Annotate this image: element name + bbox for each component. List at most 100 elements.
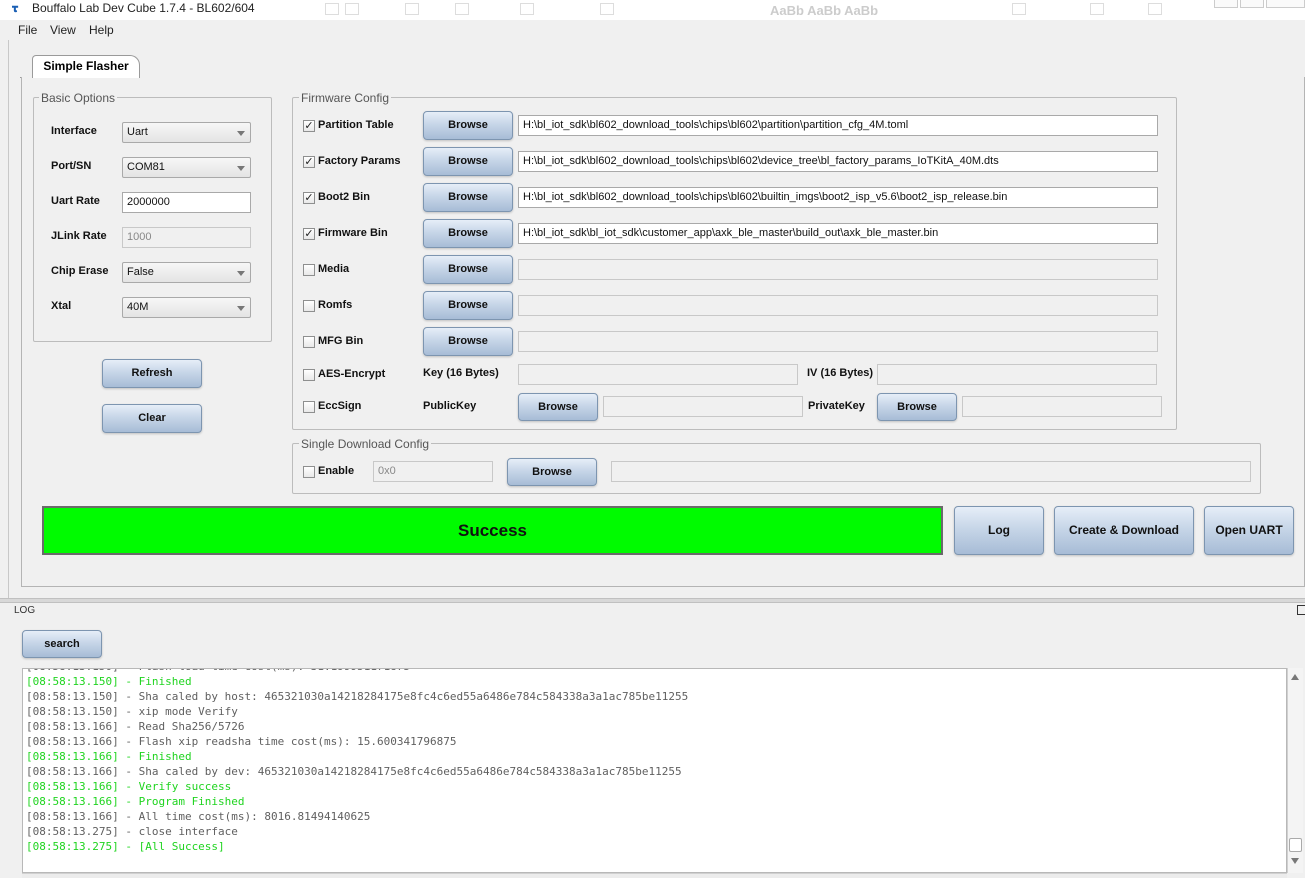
boot2-bin-checkbox[interactable]: ✓	[303, 192, 315, 204]
menu-help[interactable]: Help	[89, 23, 114, 37]
aes-iv-input[interactable]	[877, 364, 1157, 385]
boot2-bin-label: Boot2 Bin	[318, 191, 370, 203]
single-download-path-input[interactable]	[611, 461, 1251, 482]
partition-table-label: Partition Table	[318, 119, 394, 131]
close-button[interactable]	[1266, 0, 1305, 8]
mfg-bin-path-input[interactable]	[518, 331, 1158, 352]
chip-erase-label: Chip Erase	[51, 265, 109, 277]
toolbar-ghost-icon	[1012, 3, 1026, 15]
single-download-enable-checkbox[interactable]	[303, 466, 315, 478]
boot2-bin-path-input[interactable]: H:\bl_iot_sdk\bl602_download_tools\chips…	[518, 187, 1158, 208]
firmware-bin-checkbox[interactable]: ✓	[303, 228, 315, 240]
log-output[interactable]: [08:58:13.150] - Flash load time cost(ms…	[22, 668, 1287, 873]
single-download-browse-button[interactable]: Browse	[507, 458, 597, 486]
partition-table-checkbox[interactable]: ✓	[303, 120, 315, 132]
media-path-input[interactable]	[518, 259, 1158, 280]
factory-params-path-input[interactable]: H:\bl_iot_sdk\bl602_download_tools\chips…	[518, 151, 1158, 172]
log-line: [08:58:13.166] - Sha caled by dev: 46532…	[26, 765, 682, 778]
romfs-label: Romfs	[318, 299, 353, 311]
open-uart-button[interactable]: Open UART	[1204, 506, 1294, 555]
romfs-checkbox[interactable]	[303, 300, 315, 312]
xtal-label: Xtal	[51, 300, 72, 312]
log-vertical-scrollbar[interactable]	[1287, 668, 1303, 873]
log-line: [08:58:13.166] - Flash xip readsha time …	[26, 735, 457, 748]
aes-iv-label: IV (16 Bytes)	[807, 367, 874, 379]
single-download-title: Single Download Config	[299, 437, 432, 451]
jlink-rate-label: JLink Rate	[51, 230, 107, 242]
log-line: [08:58:13.166] - Finished	[26, 750, 192, 763]
log-panel-header: LOG	[8, 603, 1305, 620]
aes-encrypt-label: AES-Encrypt	[318, 368, 386, 380]
port-label: Port/SN	[51, 160, 92, 172]
toolbar-ghost-icon	[600, 3, 614, 15]
public-key-label: PublicKey	[423, 400, 477, 412]
toolbar-ghost-text: AaBb AaBb AaBb	[770, 3, 879, 18]
status-bar: Success	[42, 506, 943, 555]
chevron-down-icon	[237, 271, 245, 276]
interface-value: Uart	[127, 126, 148, 138]
scroll-thumb[interactable]	[1289, 838, 1302, 852]
float-panel-icon[interactable]	[1297, 605, 1305, 615]
jlink-rate-input[interactable]: 1000	[122, 227, 251, 248]
factory-params-browse-button[interactable]: Browse	[423, 147, 513, 176]
romfs-browse-button[interactable]: Browse	[423, 291, 513, 320]
eccsign-checkbox[interactable]	[303, 401, 315, 413]
chevron-down-icon	[237, 131, 245, 136]
mfg-bin-browse-button[interactable]: Browse	[423, 327, 513, 356]
toolbar-ghost-icon	[455, 3, 469, 15]
menu-view[interactable]: View	[50, 23, 76, 37]
chip-erase-value: False	[127, 266, 154, 278]
aes-key-input[interactable]	[518, 364, 798, 385]
log-button[interactable]: Log	[954, 506, 1044, 555]
private-key-label: PrivateKey	[808, 400, 865, 412]
mfg-bin-label: MFG Bin	[318, 335, 364, 347]
aes-encrypt-checkbox[interactable]	[303, 369, 315, 381]
scroll-up-icon[interactable]	[1291, 674, 1299, 680]
factory-params-checkbox[interactable]: ✓	[303, 156, 315, 168]
menu-bar: File View Help	[0, 20, 1305, 40]
single-download-enable-label: Enable	[318, 465, 355, 477]
interface-select[interactable]: Uart	[122, 122, 251, 143]
port-select[interactable]: COM81	[122, 157, 251, 178]
media-browse-button[interactable]: Browse	[423, 255, 513, 284]
port-value: COM81	[127, 161, 165, 173]
romfs-path-input[interactable]	[518, 295, 1158, 316]
xtal-select[interactable]: 40M	[122, 297, 251, 318]
minimize-button[interactable]	[1214, 0, 1238, 8]
partition-table-path-input[interactable]: H:\bl_iot_sdk\bl602_download_tools\chips…	[518, 115, 1158, 136]
firmware-bin-path-input[interactable]: H:\bl_iot_sdk\bl_iot_sdk\customer_app\ax…	[518, 223, 1158, 244]
refresh-button[interactable]: Refresh	[102, 359, 202, 388]
firmware-bin-browse-button[interactable]: Browse	[423, 219, 513, 248]
create-download-button[interactable]: Create & Download	[1054, 506, 1194, 555]
search-button[interactable]: search	[22, 630, 102, 658]
boot2-bin-browse-button[interactable]: Browse	[423, 183, 513, 212]
private-key-browse-button[interactable]: Browse	[877, 393, 957, 421]
media-checkbox[interactable]	[303, 264, 315, 276]
aes-key-label: Key (16 Bytes)	[423, 367, 499, 379]
log-line: [08:58:13.166] - Program Finished	[26, 795, 245, 808]
window-title: Bouffalo Lab Dev Cube 1.7.4 - BL602/604	[32, 1, 255, 15]
mfg-bin-checkbox[interactable]	[303, 336, 315, 348]
log-horizontal-scrollbar[interactable]	[22, 873, 1287, 878]
uart-rate-input[interactable]: 2000000	[122, 192, 251, 213]
scroll-down-icon[interactable]	[1291, 858, 1299, 864]
menu-file[interactable]: File	[18, 23, 37, 37]
log-line: [08:58:13.150] - Sha caled by host: 4653…	[26, 690, 689, 703]
single-download-address-input[interactable]: 0x0	[373, 461, 493, 482]
chip-erase-select[interactable]: False	[122, 262, 251, 283]
chevron-down-icon	[237, 166, 245, 171]
public-key-path-input[interactable]	[603, 396, 803, 417]
public-key-browse-button[interactable]: Browse	[518, 393, 598, 421]
interface-label: Interface	[51, 125, 97, 137]
clear-button[interactable]: Clear	[102, 404, 202, 433]
log-line: [08:58:13.150] - Finished	[26, 675, 192, 688]
log-panel-title: LOG	[14, 605, 36, 616]
factory-params-label: Factory Params	[318, 155, 401, 167]
maximize-button[interactable]	[1240, 0, 1264, 8]
partition-table-browse-button[interactable]: Browse	[423, 111, 513, 140]
tab-simple-flasher[interactable]: Simple Flasher	[32, 55, 140, 78]
chevron-down-icon	[237, 306, 245, 311]
log-line: [08:58:13.166] - Verify success	[26, 780, 232, 793]
basic-options-title: Basic Options	[39, 91, 118, 105]
private-key-path-input[interactable]	[962, 396, 1162, 417]
